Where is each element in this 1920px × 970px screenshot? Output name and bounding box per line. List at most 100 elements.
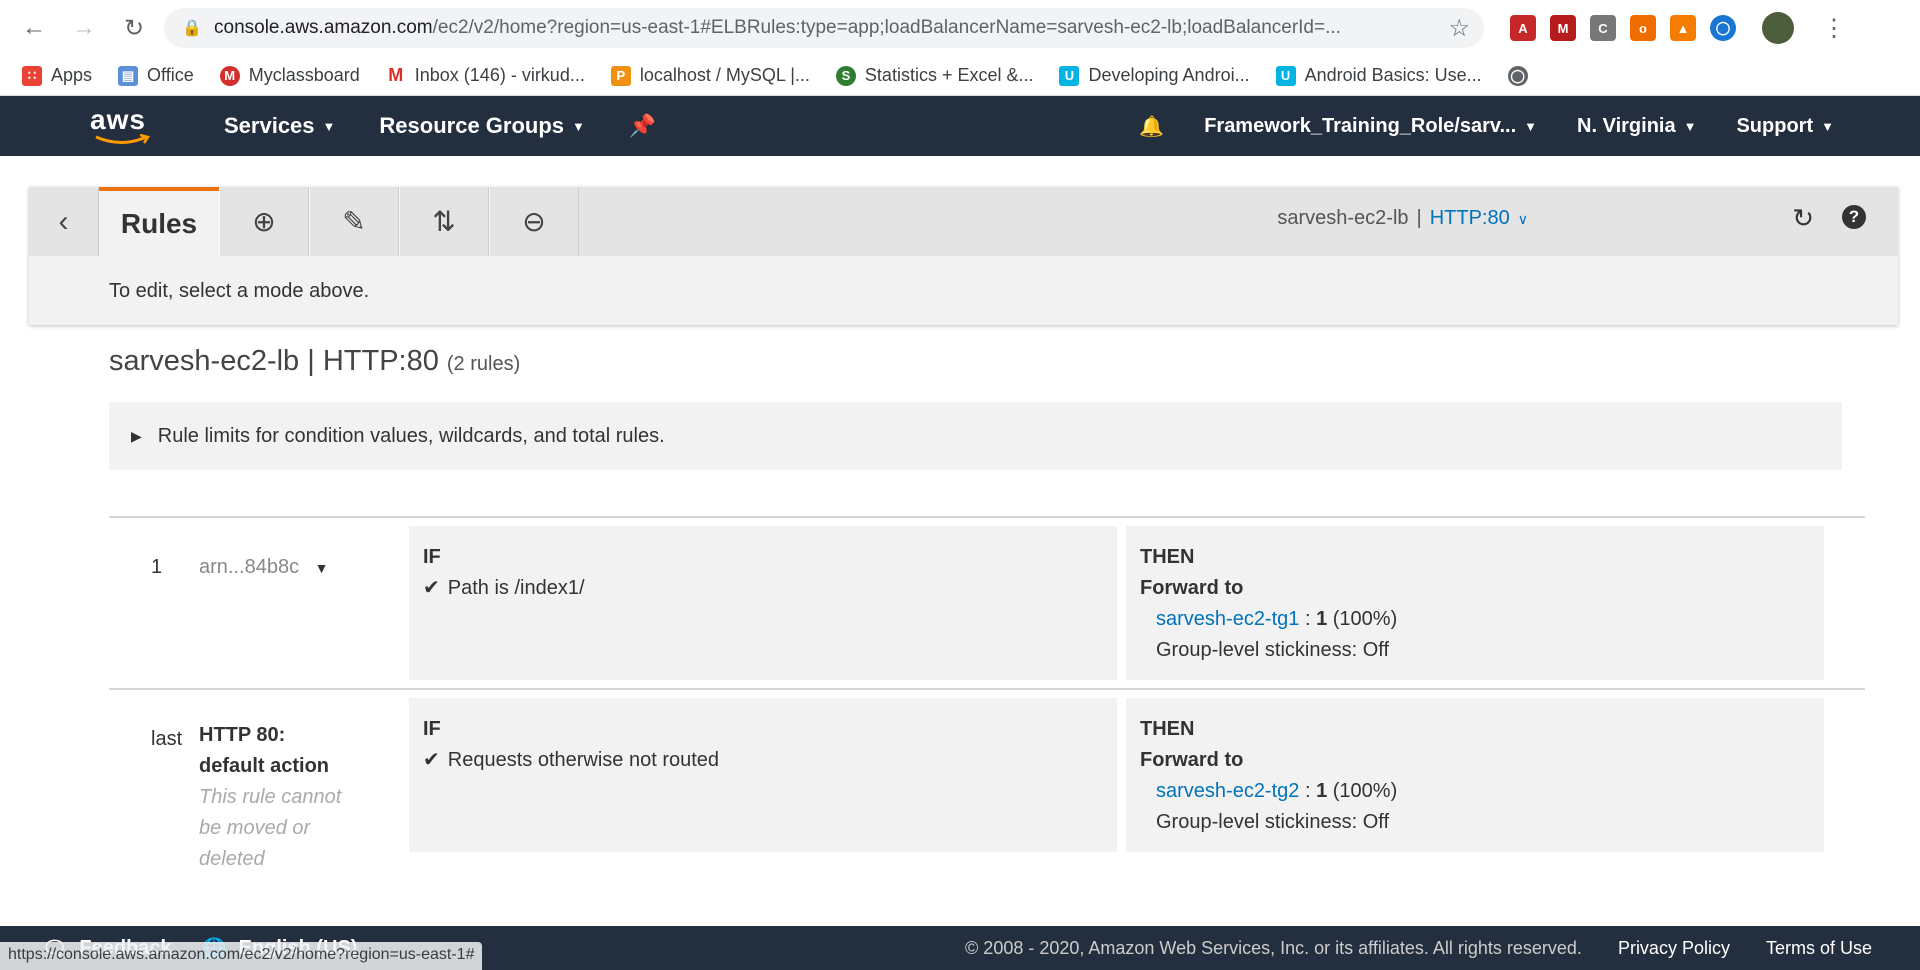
browser-toolbar: ← → ↻ 🔒 console.aws.amazon.com/ec2/v2/ho… [0,0,1920,56]
privacy-policy-link[interactable]: Privacy Policy [1618,938,1730,959]
honey-extension-icon[interactable]: o [1630,15,1656,41]
chevron-down-icon: ▼ [322,118,336,134]
rules-toolbar: ‹ Rules ⊕ ✎ ⇅ ⊖ sarvesh-ec2-lb | HTTP:80… [29,187,1898,256]
listener-label[interactable]: HTTP:80 [1430,207,1510,230]
terms-of-use-link[interactable]: Terms of Use [1766,938,1872,959]
address-bar[interactable]: 🔒 console.aws.amazon.com/ec2/v2/home?reg… [164,8,1484,48]
page-title: sarvesh-ec2-lb | HTTP:80 (2 rules) [109,345,520,378]
bookmark-item[interactable]: ∷ Apps [22,65,92,86]
delete-rule-icon[interactable]: ⊖ [489,187,579,256]
region-menu[interactable]: N. Virginia ▼ [1577,115,1696,138]
rule-priority: 1 [151,556,163,578]
listener-selector[interactable]: sarvesh-ec2-lb | HTTP:80 ∨ [1277,207,1528,230]
rule-arn[interactable]: arn...84b8c ▼ [199,526,409,680]
pin-icon[interactable]: 📌 [629,113,656,139]
mcafee-extension-icon[interactable]: M [1550,15,1576,41]
bookmark-label: localhost / MySQL |... [639,65,810,85]
url-text[interactable]: console.aws.amazon.com/ec2/v2/home?regio… [214,17,1438,39]
vpn-extension-icon[interactable]: ◯ [1710,15,1736,41]
bookmark-label: Inbox (146) - virkud... [414,65,585,85]
chevron-down-icon: ▼ [1683,118,1697,134]
weight-percent: (100%) [1327,608,1398,630]
browser-menu-icon[interactable]: ⋮ [1822,14,1846,43]
lock-icon: 🔒 [182,20,202,37]
back-chevron-icon[interactable]: ‹ [29,187,99,256]
udacity-icon: U [1275,65,1296,86]
bookmark-label: Statistics + Excel &... [864,65,1034,85]
target-group-link[interactable]: sarvesh-ec2-tg1 [1156,608,1299,630]
edit-pencil-icon[interactable]: ✎ [309,187,399,256]
chevron-down-icon: ▼ [1821,118,1834,134]
rule-row: last HTTP 80: default action This rule c… [109,688,1865,870]
bookmark-label: Office [147,65,194,85]
rule-conditions: IF ✔ Requests otherwise not routed [409,698,1117,852]
edit-mode-message: To edit, select a mode above. [109,280,370,302]
bookmark-item[interactable]: U Android Basics: Use... [1275,65,1482,86]
rules-list: 1 arn...84b8c ▼ IF ✔ Path is /index1/ THE… [109,516,1865,870]
action-text: Forward to [1140,749,1244,771]
console-footer: 🗨Feedback 🌐English (US) © 2008 - 2020, A… [0,926,1920,970]
bookmark-item[interactable]: ◯ [1507,65,1528,86]
resource-groups-label: Resource Groups [379,113,565,138]
profile-avatar[interactable] [1762,12,1794,44]
caret-down-icon[interactable]: ▼ [315,560,329,576]
aws-logo[interactable]: aws [90,104,154,148]
rule-count: (2 rules) [446,353,521,375]
bookmark-item[interactable]: U Developing Androi... [1059,65,1250,86]
phpmyadmin-icon: P [610,65,631,86]
default-action-title: HTTP 80: default action [199,724,330,777]
condition-text: Requests otherwise not routed [447,749,720,771]
target-group-line: sarvesh-ec2-tg2 : 1 (100%) [1140,776,1810,807]
rule-limits-expander[interactable]: ▶ Rule limits for condition values, wild… [109,402,1842,470]
condition-text: Path is /index1/ [447,577,585,599]
checkmark-icon: ✔ [423,577,440,599]
separator: | [1416,207,1422,229]
rules-editor-panel: ‹ Rules ⊕ ✎ ⇅ ⊖ sarvesh-ec2-lb | HTTP:80… [29,187,1898,325]
refresh-icon[interactable]: ↻ [1792,203,1814,234]
chevron-down-icon: ▼ [1524,118,1538,134]
bookmark-item[interactable]: Plocalhost / MySQL |... [610,65,810,86]
rule-conditions: IF ✔ Path is /index1/ [409,526,1117,680]
target-group-link[interactable]: sarvesh-ec2-tg2 [1156,780,1299,802]
weight-separator: : [1299,608,1317,630]
bookmark-star-icon[interactable]: ☆ [1448,14,1470,43]
rule-priority: last [151,728,183,750]
condition-item: ✔ Path is /index1/ [423,573,1103,604]
role-label: Framework_Training_Role/sarv... [1204,114,1517,137]
role-menu[interactable]: Framework_Training_Role/sarv... ▼ [1204,115,1537,138]
aws-smile-icon [95,134,150,144]
bookmark-label: Myclassboard [248,65,360,85]
reload-icon[interactable]: ↻ [114,8,154,48]
copyright-text: © 2008 - 2020, Amazon Web Services, Inc.… [965,937,1582,958]
add-rule-icon[interactable]: ⊕ [219,187,309,256]
status-bar-url: https://console.aws.amazon.com/ec2/v2/ho… [0,942,483,970]
metamask-extension-icon[interactable]: ▲ [1670,15,1696,41]
bookmark-item[interactable]: M Inbox (146) - virkud... [385,65,585,86]
clockify-extension-icon[interactable]: C [1590,15,1616,41]
bookmark-item[interactable]: M Myclassboard [219,65,360,86]
bookmark-item[interactable]: ▤ Office [118,65,194,86]
lb-name: sarvesh-ec2-lb [1277,207,1409,229]
bell-icon[interactable]: 🔔 [1139,114,1164,139]
services-menu[interactable]: Services ▼ [224,113,335,139]
back-arrow-icon[interactable]: ← [14,8,54,48]
bookmark-item[interactable]: S Statistics + Excel &... [835,65,1034,86]
resource-groups-menu[interactable]: Resource Groups ▼ [379,113,584,139]
weight-percent: (100%) [1327,780,1398,802]
reorder-icon[interactable]: ⇅ [399,187,489,256]
stickiness-text: Group-level stickiness: Off [1156,811,1390,833]
forward-arrow-icon[interactable]: → [64,8,104,48]
chevron-down-icon[interactable]: ∨ [1518,211,1528,230]
weight-separator: : [1299,780,1317,802]
apps-grid-icon: ∷ [22,65,42,86]
tab-rules[interactable]: Rules [99,187,219,256]
caret-right-icon: ▶ [131,427,142,444]
rule-actions: THEN Forward to sarvesh-ec2-tg2 : 1 (100… [1126,698,1824,852]
extensions-area: A M C o ▲ ◯ [1510,15,1736,41]
stickiness-text: Group-level stickiness: Off [1156,639,1390,661]
support-menu[interactable]: Support ▼ [1736,115,1834,138]
pdf-extension-icon[interactable]: A [1510,15,1536,41]
target-group-line: sarvesh-ec2-tg1 : 1 (100%) [1140,604,1810,635]
region-label: N. Virginia [1577,114,1676,137]
help-icon[interactable]: ? [1842,205,1866,229]
